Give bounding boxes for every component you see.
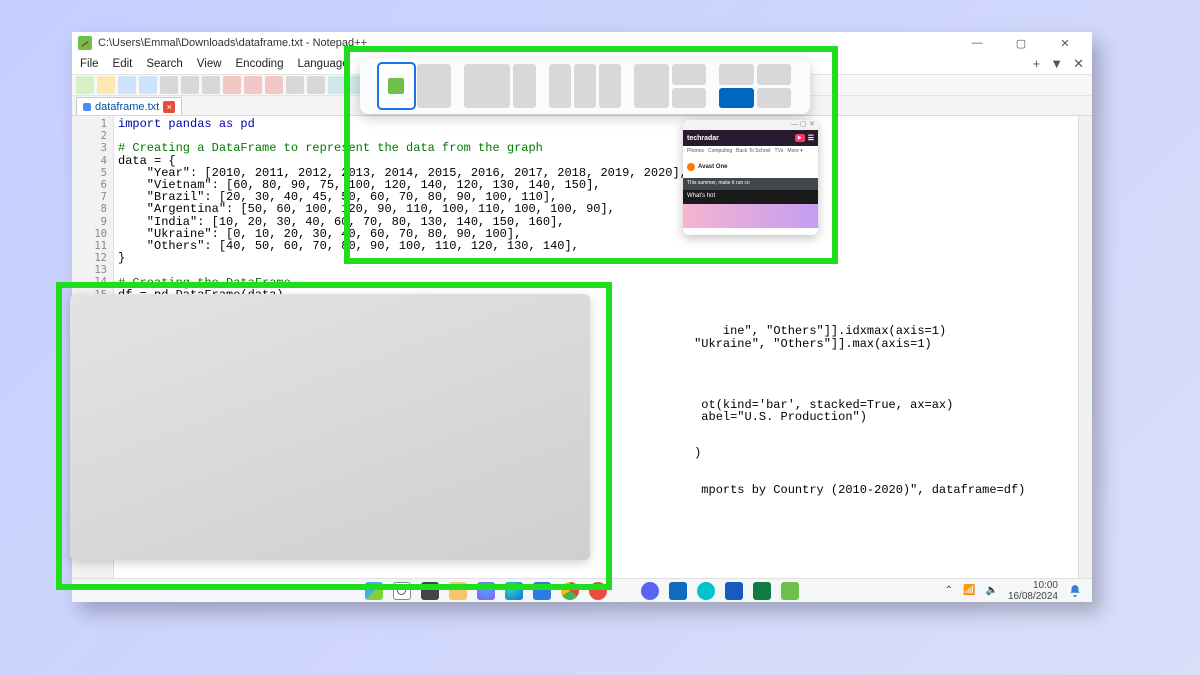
snap-window-thumbnail[interactable]: —▢✕ techradar . ▶ ☰ PhonesComputing Back…: [683, 120, 818, 235]
system-tray[interactable]: ⌃ 📶 🔈 10:00 16/08/2024: [945, 580, 1082, 602]
word-icon[interactable]: [725, 582, 743, 600]
open-file-button[interactable]: [97, 76, 115, 94]
task-view-button[interactable]: [421, 582, 439, 600]
maximize-button[interactable]: ▢: [1000, 33, 1042, 53]
window-title: C:\Users\Emmal\Downloads\dataframe.txt -…: [98, 37, 367, 49]
edge-icon[interactable]: [505, 582, 523, 600]
menu-view[interactable]: View: [197, 58, 222, 70]
find-button[interactable]: [328, 76, 346, 94]
snap-layouts-panel: [360, 58, 810, 114]
mail-icon[interactable]: [533, 582, 551, 600]
notepadpp-taskbar-icon[interactable]: [781, 582, 799, 600]
snap-layout-three-columns[interactable]: [549, 64, 621, 108]
thumb-tagline: This summer, make it run co: [683, 178, 818, 190]
start-button[interactable]: [365, 582, 383, 600]
tab-label: dataframe.txt: [95, 101, 159, 113]
menu-edit[interactable]: Edit: [113, 58, 133, 70]
thumb-banner-text: Avast One: [698, 164, 727, 170]
menu-search[interactable]: Search: [146, 58, 182, 70]
snap-preview-current-app-icon: [388, 78, 404, 94]
minimize-button[interactable]: —: [956, 33, 998, 53]
red-app-icon[interactable]: [589, 582, 607, 600]
paste-button[interactable]: [265, 76, 283, 94]
tab-icon: [83, 103, 91, 111]
tray-chevron-icon[interactable]: ⌃: [945, 585, 953, 596]
snap-layout-left-stack-right[interactable]: [634, 64, 706, 108]
thumb-brand: techradar: [687, 135, 719, 142]
close-button[interactable]: ✕: [1044, 33, 1086, 53]
snap-layout-two-equal[interactable]: [379, 64, 451, 108]
taskbar: ⌃ 📶 🔈 10:00 16/08/2024: [72, 578, 1092, 602]
excel-icon[interactable]: [753, 582, 771, 600]
vertical-scrollbar[interactable]: [1078, 116, 1092, 582]
menu-language[interactable]: Language: [297, 58, 348, 70]
close-all-button[interactable]: [181, 76, 199, 94]
snap-layout-two-unequal[interactable]: [464, 64, 536, 108]
copilot-icon[interactable]: [477, 582, 495, 600]
tab-close-button[interactable]: ×: [163, 101, 175, 113]
taskbar-search-button[interactable]: [393, 582, 411, 600]
print-button[interactable]: [202, 76, 220, 94]
titlebar[interactable]: C:\Users\Emmal\Downloads\dataframe.txt -…: [72, 32, 1092, 54]
thumb-hot-label: What's hot: [683, 190, 818, 204]
snap-placeholder-window[interactable]: [70, 294, 590, 560]
outlook-icon[interactable]: [669, 582, 687, 600]
chrome-icon[interactable]: [561, 582, 579, 600]
menu-encoding[interactable]: Encoding: [236, 58, 284, 70]
notifications-icon[interactable]: [1068, 584, 1082, 598]
app-icon: [78, 36, 92, 50]
file-tab-dataframe[interactable]: dataframe.txt ×: [76, 97, 182, 115]
copy-button[interactable]: [244, 76, 262, 94]
wifi-icon[interactable]: 📶: [963, 585, 975, 596]
save-button[interactable]: [118, 76, 136, 94]
menu-file[interactable]: File: [80, 58, 99, 70]
menu-close-button[interactable]: ✕: [1073, 56, 1084, 72]
volume-icon[interactable]: 🔈: [985, 585, 997, 596]
menu-dropdown-button[interactable]: ▼: [1050, 56, 1063, 72]
undo-button[interactable]: [286, 76, 304, 94]
cut-button[interactable]: [223, 76, 241, 94]
discord-icon[interactable]: [641, 582, 659, 600]
new-file-button[interactable]: [76, 76, 94, 94]
redo-button[interactable]: [307, 76, 325, 94]
snap-layout-quad[interactable]: [719, 64, 791, 108]
close-doc-button[interactable]: [160, 76, 178, 94]
clock[interactable]: 10:00 16/08/2024: [1008, 580, 1058, 602]
menu-plus-button[interactable]: +: [1033, 56, 1041, 72]
file-explorer-icon[interactable]: [449, 582, 467, 600]
canva-icon[interactable]: [697, 582, 715, 600]
save-all-button[interactable]: [139, 76, 157, 94]
